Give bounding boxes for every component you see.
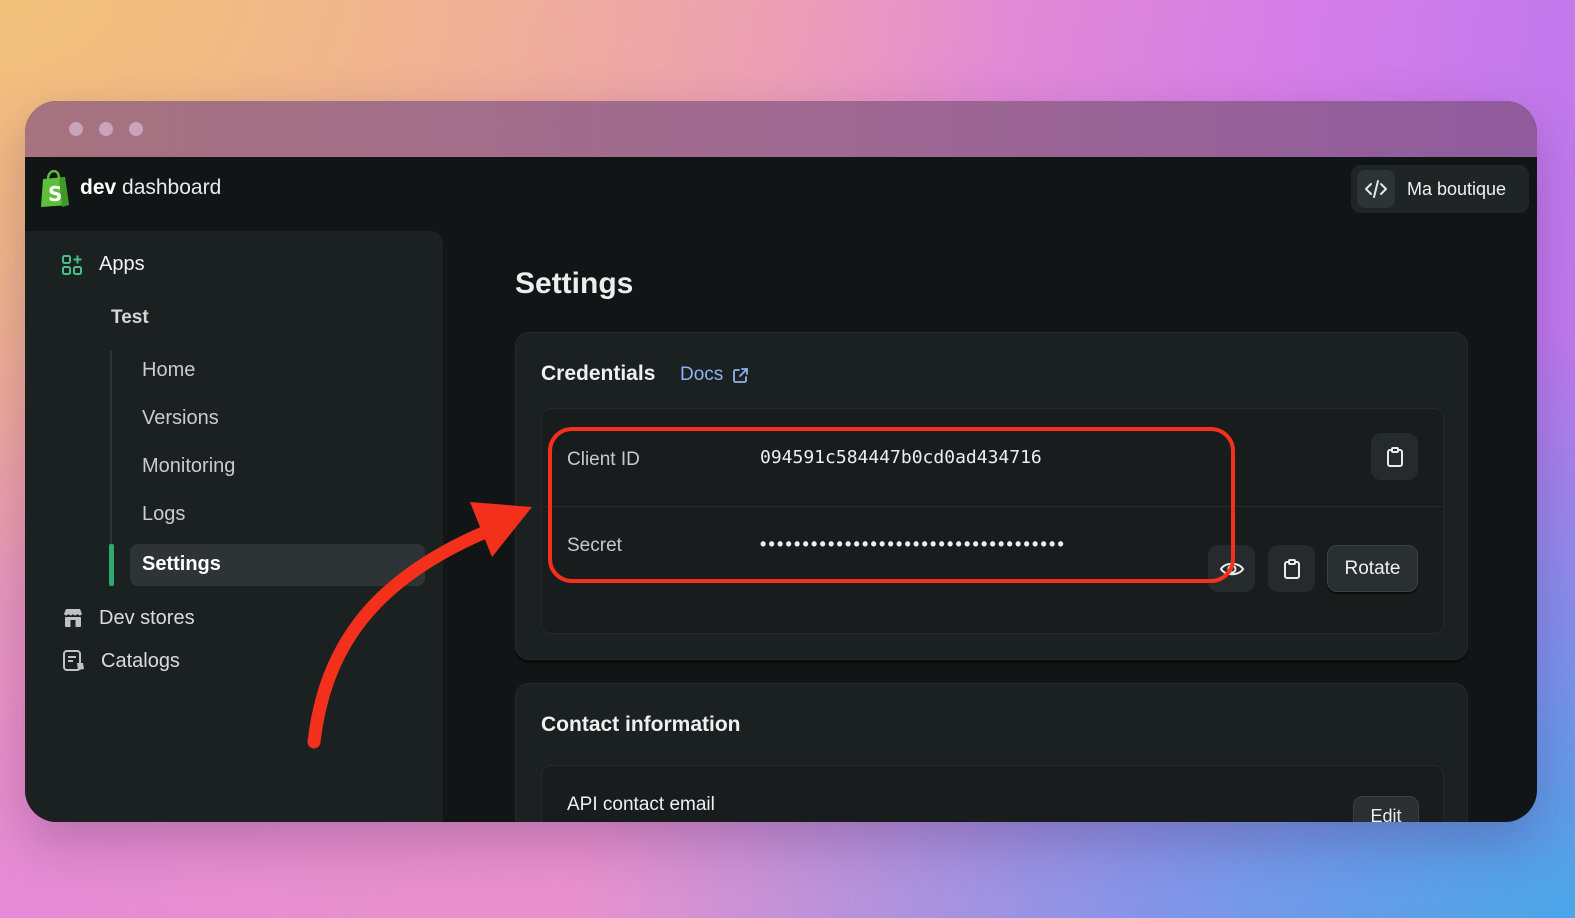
eye-icon	[1219, 562, 1244, 575]
sidebar-item-logs[interactable]: Logs	[142, 503, 185, 526]
store-name: Ma boutique	[1407, 178, 1507, 199]
window-zoom-dot[interactable]	[129, 122, 143, 136]
external-link-icon	[733, 367, 749, 383]
active-indicator	[109, 544, 114, 586]
clipboard-icon	[1386, 446, 1403, 467]
svg-text:S: S	[48, 182, 62, 206]
contact-card: Contact information API contact email Ed…	[515, 683, 1468, 822]
docs-link[interactable]: Docs	[680, 364, 749, 386]
subnav-rail	[110, 351, 112, 547]
sidebar-item-apps[interactable]: Apps	[61, 253, 145, 276]
credentials-card: Credentials Docs Client ID 094591c584447…	[515, 332, 1468, 660]
contact-title: Contact information	[541, 713, 741, 736]
copy-client-id-button[interactable]	[1371, 433, 1418, 480]
client-id-value[interactable]: 094591c584447b0cd0ad434716	[760, 447, 1042, 468]
edit-email-button[interactable]: Edit	[1353, 796, 1419, 822]
window-close-dot[interactable]	[69, 122, 83, 136]
sidebar-item-label: Catalogs	[101, 649, 180, 672]
store-icon	[64, 609, 82, 627]
secret-label: Secret	[567, 535, 622, 556]
row-divider	[542, 506, 1443, 507]
sidebar-app-name[interactable]: Test	[111, 307, 149, 329]
window-minimize-dot[interactable]	[99, 122, 113, 136]
top-bar: S dev dashboard Ma boutique	[25, 157, 1537, 221]
brand-title-bold: dev	[80, 176, 117, 199]
sidebar-item-label: Dev stores	[99, 606, 195, 629]
shopify-logo-icon[interactable]: S	[38, 170, 72, 208]
docs-link-label: Docs	[680, 364, 724, 385]
page-title: Settings	[515, 267, 634, 300]
reveal-secret-button[interactable]	[1208, 545, 1255, 592]
clipboard-icon	[1283, 558, 1300, 579]
rotate-secret-button[interactable]: Rotate	[1327, 545, 1418, 592]
copy-secret-button[interactable]	[1268, 545, 1315, 592]
sidebar-item-monitoring[interactable]: Monitoring	[142, 455, 235, 478]
window-titlebar	[25, 101, 1537, 157]
main-content: Settings Credentials Docs Client ID 0945…	[443, 221, 1537, 822]
secret-value[interactable]: ••••••••••••••••••••••••••••••••••••	[760, 534, 1066, 555]
sidebar-item-home[interactable]: Home	[142, 359, 195, 382]
credentials-title: Credentials	[541, 362, 656, 385]
sidebar-item-settings-label: Settings	[142, 553, 221, 575]
sidebar-item-label: Apps	[99, 253, 145, 275]
browser-window: S dev dashboard Ma boutique Apps Test Ho…	[25, 101, 1537, 822]
brand-title[interactable]: dev dashboard	[80, 176, 221, 200]
sidebar: Apps Test Home Versions Monitoring Logs …	[25, 231, 443, 822]
store-switcher-button[interactable]: Ma boutique	[1351, 165, 1529, 213]
contact-panel: API contact email Edit	[541, 765, 1444, 822]
sidebar-item-dev-stores[interactable]: Dev stores	[61, 606, 195, 630]
sidebar-item-versions[interactable]: Versions	[142, 407, 219, 430]
client-id-label: Client ID	[567, 449, 640, 470]
apps-icon	[62, 254, 82, 275]
api-contact-email-label: API contact email	[567, 794, 715, 815]
brand-title-rest: dashboard	[116, 176, 222, 199]
code-icon	[1357, 170, 1395, 208]
catalog-icon	[63, 650, 84, 671]
credentials-panel: Client ID 094591c584447b0cd0ad434716 Sec…	[541, 408, 1444, 634]
sidebar-item-catalogs[interactable]: Catalogs	[61, 648, 180, 674]
